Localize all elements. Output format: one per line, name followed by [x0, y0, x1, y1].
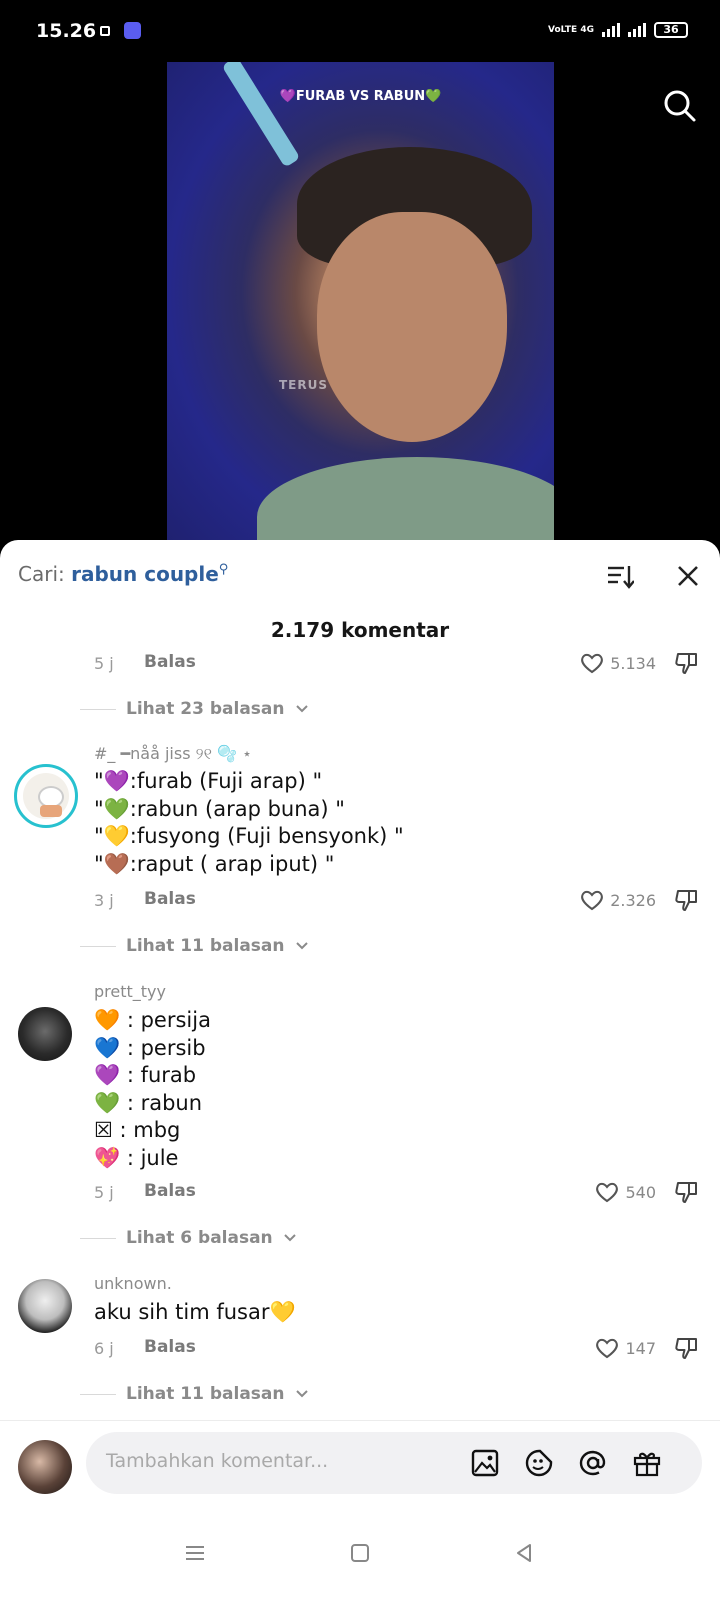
- video-caption: 💜FURAB VS RABUN💚: [279, 89, 442, 104]
- comment-input[interactable]: Tambahkan komentar...: [86, 1432, 702, 1494]
- emoji-sticker-icon[interactable]: [524, 1448, 554, 1478]
- view-replies-button[interactable]: Lihat 6 balasan: [80, 1226, 297, 1250]
- video-area[interactable]: 💜FURAB VS RABUN💚 TERUS: [0, 62, 720, 542]
- comment-text: "💜:furab (Fuji arap) " "💚:rabun (arap bu…: [94, 769, 404, 876]
- comment-username[interactable]: prett_tyy: [94, 982, 166, 1001]
- reply-button[interactable]: Balas: [144, 1337, 196, 1357]
- status-indicators: VoLTE 4G 36: [548, 22, 688, 38]
- search-keyword[interactable]: rabun couple: [71, 562, 219, 586]
- comment-meta: 5 j Balas 5.134: [94, 650, 706, 676]
- app-notification-icon: [124, 22, 141, 39]
- image-icon[interactable]: [470, 1448, 500, 1478]
- comment-time: 6 j: [94, 1339, 114, 1358]
- network-label: VoLTE 4G: [548, 25, 594, 35]
- thumbs-down-icon[interactable]: [674, 1179, 700, 1205]
- like-count: 540: [625, 1182, 656, 1202]
- reply-button[interactable]: Balas: [144, 889, 196, 909]
- thumbs-down-icon[interactable]: [674, 1335, 700, 1361]
- chevron-down-icon: [283, 1234, 296, 1242]
- status-bar: 15.26 VoLTE 4G 36: [0, 0, 720, 62]
- close-icon[interactable]: [674, 562, 702, 590]
- video-watermark: TERUS: [279, 378, 329, 392]
- heart-outline-icon: [596, 1182, 619, 1203]
- small-search-icon: ⚲: [218, 562, 229, 577]
- view-replies-button[interactable]: Lihat 11 balasan: [80, 1382, 309, 1406]
- reply-button[interactable]: Balas: [144, 652, 196, 672]
- heart-outline-icon: [596, 1338, 619, 1359]
- back-icon[interactable]: [510, 1538, 540, 1568]
- status-time: 15.26: [36, 20, 97, 42]
- comment-meta: 3 j Balas 2.326: [94, 887, 706, 913]
- comment-text: 🧡 : persija 💙 : persib 💜 : furab 💚 : rab…: [94, 1008, 211, 1170]
- comments-sheet: Cari: rabun couple⚲ 2.179 komentar 5 j B…: [0, 540, 720, 1612]
- avatar[interactable]: [18, 1279, 72, 1333]
- chevron-down-icon: [295, 705, 308, 713]
- like-count: 147: [625, 1338, 656, 1358]
- comment-text: aku sih tim fusar💛: [94, 1300, 296, 1324]
- input-divider: [0, 1420, 720, 1421]
- signal-2-icon: [628, 23, 646, 37]
- heart-outline-icon: [581, 890, 604, 911]
- signal-icon: [602, 23, 620, 37]
- chevron-down-icon: [295, 1390, 308, 1398]
- my-avatar: [18, 1440, 72, 1494]
- comment-time: 5 j: [94, 654, 114, 673]
- thumbs-down-icon[interactable]: [674, 887, 700, 913]
- chevron-down-icon: [295, 942, 308, 950]
- like-button[interactable]: 540: [594, 1179, 656, 1205]
- battery-icon: 36: [654, 22, 688, 38]
- home-icon[interactable]: [345, 1538, 375, 1568]
- view-replies-button[interactable]: Lihat 11 balasan: [80, 934, 309, 958]
- search-icon[interactable]: [662, 88, 698, 124]
- notification-icon: [100, 26, 110, 36]
- like-count: 2.326: [610, 890, 656, 910]
- comment-meta: 5 j Balas 540: [94, 1179, 706, 1205]
- like-button[interactable]: 147: [594, 1335, 656, 1361]
- comment-meta: 6 j Balas 147: [94, 1335, 706, 1361]
- like-button[interactable]: 5.134: [579, 650, 656, 676]
- comment-input-placeholder: Tambahkan komentar...: [106, 1450, 329, 1472]
- avatar[interactable]: [18, 1007, 72, 1061]
- menu-icon[interactable]: [180, 1538, 210, 1568]
- view-replies-button[interactable]: Lihat 23 balasan: [80, 697, 309, 721]
- heart-outline-icon: [581, 653, 604, 674]
- like-count: 5.134: [610, 653, 656, 673]
- comment-username[interactable]: #_ ━nåå jiss ୨୧ 🫧 ⋆: [94, 744, 252, 764]
- reply-button[interactable]: Balas: [144, 1181, 196, 1201]
- search-suggestion[interactable]: Cari: rabun couple⚲: [18, 562, 228, 586]
- comment-count: 2.179 komentar: [270, 618, 450, 642]
- avatar[interactable]: [14, 764, 78, 828]
- comment-time: 5 j: [94, 1183, 114, 1202]
- gift-icon[interactable]: [632, 1448, 662, 1478]
- like-button[interactable]: 2.326: [579, 887, 656, 913]
- comment-username[interactable]: unknown.: [94, 1274, 172, 1293]
- thumbs-down-icon[interactable]: [674, 650, 700, 676]
- system-nav-bar: [0, 1516, 720, 1612]
- at-mention-icon[interactable]: [578, 1448, 608, 1478]
- video-player[interactable]: 💜FURAB VS RABUN💚 TERUS: [167, 62, 554, 542]
- comment-time: 3 j: [94, 891, 114, 910]
- sort-icon[interactable]: [606, 562, 634, 590]
